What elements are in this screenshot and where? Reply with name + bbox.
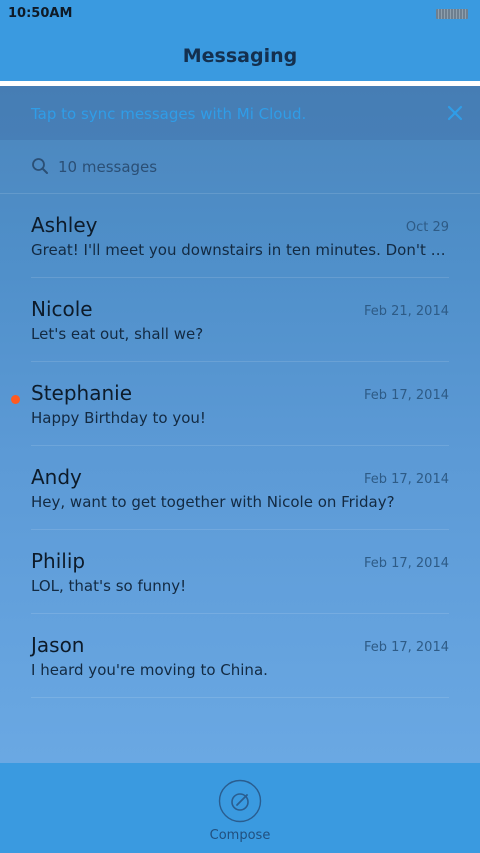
conversation-row[interactable]: Jason Feb 17, 2014 I heard you're moving t… — [0, 614, 480, 698]
app-header: Messaging — [0, 28, 480, 81]
conversation-row[interactable]: Nicole Feb 21, 2014 Let's eat out, shall w… — [0, 278, 480, 362]
contact-name: Andy — [31, 465, 82, 489]
contact-name: Nicole — [31, 297, 93, 321]
compose-icon — [218, 779, 262, 823]
message-date: Feb 17, 2014 — [363, 640, 449, 655]
battery-icon — [436, 9, 468, 19]
message-preview: LOL, that's so funny! — [31, 577, 187, 595]
sync-banner[interactable]: Tap to sync messages with Mi Cloud. — [0, 86, 480, 140]
conversation-area: Tap to sync messages with Mi Cloud. 10 m… — [0, 86, 480, 763]
search-icon — [31, 157, 49, 175]
conversation-row[interactable]: Philip Feb 17, 2014 LOL, that's so funny! — [0, 530, 480, 614]
message-date: Feb 17, 2014 — [363, 388, 449, 403]
sync-banner-text[interactable]: Tap to sync messages with Mi Cloud. — [31, 105, 306, 123]
message-date: Oct 29 — [405, 220, 449, 235]
status-bar: 10:50AM — [0, 0, 480, 28]
message-preview: Great! I'll meet you downstairs in ten m… — [31, 241, 449, 259]
contact-name: Jason — [31, 633, 85, 657]
message-preview: Hey, want to get together with Nicole on… — [31, 493, 395, 511]
conversation-row[interactable]: Ashley Oct 29 Great! I'll meet you downsta… — [0, 194, 480, 278]
conversation-row[interactable]: Stephanie Feb 17, 2014 Happy Birthday to y… — [0, 362, 480, 446]
message-preview: Let's eat out, shall we? — [31, 325, 204, 343]
row-divider — [31, 697, 449, 698]
compose-label: Compose — [209, 828, 271, 843]
contact-name: Ashley — [31, 213, 98, 237]
conversation-row[interactable]: Andy Feb 17, 2014 Hey, want to get togethe… — [0, 446, 480, 530]
conversation-list: Ashley Oct 29 Great! I'll meet you downsta… — [0, 194, 480, 698]
message-date: Feb 17, 2014 — [363, 556, 449, 571]
close-icon[interactable] — [444, 102, 466, 124]
page-title: Messaging — [182, 45, 298, 67]
message-date: Feb 17, 2014 — [363, 472, 449, 487]
compose-button[interactable] — [218, 779, 262, 823]
contact-name: Philip — [31, 549, 86, 573]
unread-dot — [11, 395, 20, 404]
status-time: 10:50AM — [8, 6, 73, 21]
search-input[interactable]: 10 messages — [58, 158, 157, 176]
search-bar[interactable]: 10 messages — [0, 140, 480, 194]
message-preview: I heard you're moving to China. — [31, 661, 268, 679]
message-preview: Happy Birthday to you! — [31, 409, 206, 427]
bottom-bar: Compose — [0, 763, 480, 853]
contact-name: Stephanie — [31, 381, 133, 405]
message-date: Feb 21, 2014 — [363, 304, 449, 319]
